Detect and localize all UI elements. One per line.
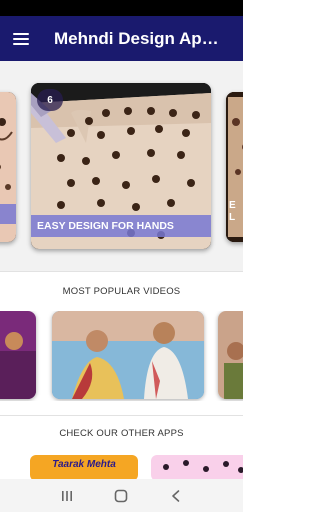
back-icon[interactable] — [166, 486, 186, 506]
other-app-tile[interactable]: Taarak Mehta — [30, 455, 138, 479]
section-divider — [0, 415, 243, 416]
video-thumbnail[interactable] — [218, 311, 243, 399]
app-bar: Mehndi Design App ... — [0, 16, 243, 61]
badge-number: 6 — [47, 94, 53, 106]
other-apps-row[interactable]: Taarak Mehta — [0, 453, 243, 479]
carousel-card-next[interactable]: E L — [226, 92, 243, 242]
popular-videos-row[interactable] — [0, 311, 243, 401]
card-caption: E L — [229, 200, 236, 224]
video-thumbnail[interactable] — [0, 311, 36, 399]
video-thumbnail-image — [218, 311, 243, 399]
system-navigation-bar — [0, 479, 243, 512]
other-app-tile[interactable] — [151, 455, 243, 479]
recents-icon[interactable] — [57, 486, 77, 506]
video-thumbnail-image — [52, 311, 204, 399]
card-caption — [0, 204, 16, 224]
episode-badge: 6 — [37, 89, 63, 111]
video-thumbnail-image — [0, 311, 36, 399]
carousel-card-previous[interactable] — [0, 92, 16, 242]
featured-carousel[interactable]: 6 EASY DESIGN FOR HANDS E L — [0, 61, 243, 271]
caption-line: L — [229, 212, 236, 223]
hamburger-menu-icon[interactable] — [13, 32, 29, 45]
home-icon[interactable] — [111, 486, 131, 506]
other-app-label: Taarak Mehta — [52, 459, 116, 470]
card-caption: EASY DESIGN FOR HANDS — [31, 215, 211, 237]
caption-line: E — [229, 200, 236, 211]
carousel-card-featured[interactable]: 6 EASY DESIGN FOR HANDS — [31, 83, 211, 249]
other-app-image — [163, 460, 243, 473]
video-thumbnail[interactable] — [52, 311, 204, 399]
other-apps-heading: CHECK OUR OTHER APPS — [59, 428, 184, 439]
most-popular-heading: MOST POPULAR VIDEOS — [62, 286, 181, 297]
section-divider — [0, 271, 243, 272]
status-bar — [0, 0, 243, 16]
app-title: Mehndi Design App ... — [54, 28, 224, 48]
